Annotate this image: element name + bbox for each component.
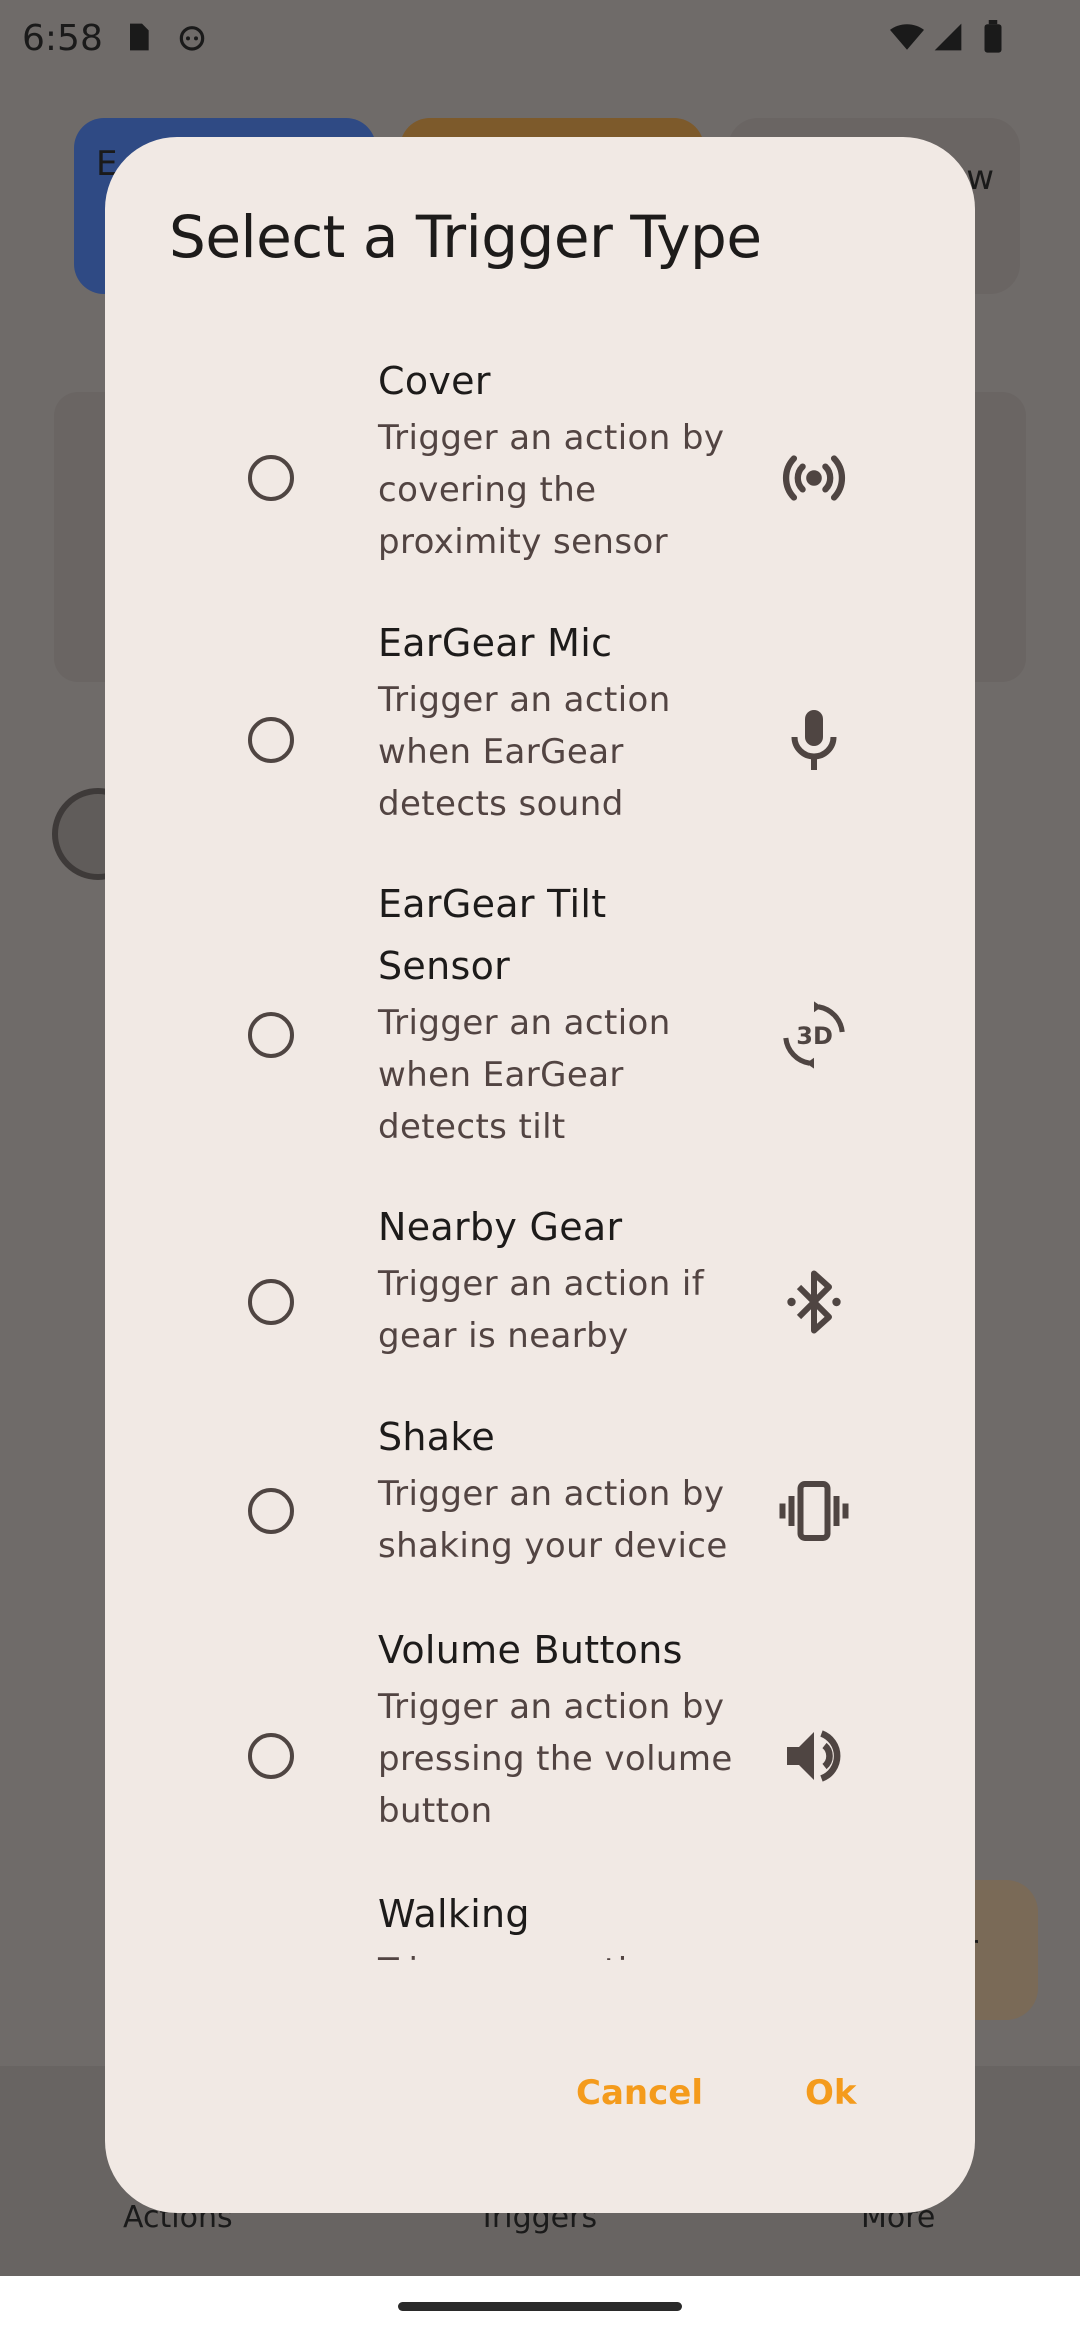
- option-description: Trigger an action: [378, 1945, 738, 1960]
- status-bar: 6:58: [0, 0, 1080, 80]
- option-title: EarGear Mic: [378, 621, 613, 665]
- volume-up-icon: [778, 1720, 850, 1792]
- wifi-icon: [890, 24, 924, 50]
- radio-button[interactable]: [248, 1012, 294, 1058]
- radio-button[interactable]: [248, 1733, 294, 1779]
- bluetooth-searching-icon: [778, 1266, 850, 1338]
- trigger-option-shake[interactable]: Shake Trigger an action by shaking your …: [105, 1404, 975, 1616]
- radio-button[interactable]: [248, 1279, 294, 1325]
- option-title: Cover: [378, 359, 491, 403]
- trigger-type-list[interactable]: Cover Trigger an action by covering the …: [105, 340, 975, 1960]
- android-face-icon: [179, 26, 205, 51]
- trigger-option-volume-buttons[interactable]: Volume Buttons Trigger an action by pres…: [105, 1616, 975, 1880]
- battery-icon: [984, 20, 1002, 53]
- radio-button[interactable]: [248, 717, 294, 763]
- trigger-option-walking[interactable]: Walking Trigger an action: [105, 1880, 975, 1960]
- option-description: Trigger an action by covering the proxim…: [378, 418, 725, 562]
- option-description: Trigger an action by pressing the volume…: [378, 1687, 733, 1831]
- dialog-actions: Cancel Ok: [105, 2061, 975, 2141]
- proximity-sensor-icon: [778, 442, 850, 514]
- trigger-option-nearby-gear[interactable]: Nearby Gear Trigger an action if gear is…: [105, 1194, 975, 1404]
- mic-icon: [778, 704, 850, 776]
- status-time: 6:58: [22, 18, 103, 59]
- trigger-option-cover[interactable]: Cover Trigger an action by covering the …: [105, 340, 975, 604]
- radio-button[interactable]: [248, 1488, 294, 1534]
- radio-button[interactable]: [248, 455, 294, 501]
- trigger-type-dialog: Select a Trigger Type Cover Trigger an a…: [105, 137, 975, 2213]
- option-title: Volume Buttons: [378, 1628, 683, 1672]
- option-title: Shake: [378, 1415, 496, 1459]
- option-description: Trigger an action by shaking your device: [378, 1474, 728, 1566]
- ok-button[interactable]: Ok: [789, 2061, 873, 2125]
- vibration-icon: [778, 1475, 850, 1547]
- sd-card-icon: [130, 23, 149, 51]
- option-description: Trigger an action when EarGear detects s…: [378, 680, 671, 824]
- dialog-title: Select a Trigger Type: [169, 203, 762, 271]
- trigger-option-eargear-tilt-sensor[interactable]: EarGear Tilt Sensor Trigger an action wh…: [105, 868, 975, 1194]
- cell-signal-icon: [934, 23, 962, 51]
- trigger-option-eargear-mic[interactable]: EarGear Mic Trigger an action when EarGe…: [105, 604, 975, 868]
- option-title: Nearby Gear: [378, 1205, 623, 1249]
- option-title: EarGear Tilt Sensor: [378, 882, 607, 988]
- svg-text:3D: 3D: [796, 1022, 833, 1050]
- 3d-rotation-icon: 3D: [778, 999, 850, 1071]
- gesture-handle[interactable]: [398, 2302, 682, 2311]
- cancel-button[interactable]: Cancel: [560, 2061, 719, 2125]
- option-description: Trigger an action when EarGear detects t…: [378, 1003, 671, 1147]
- option-description: Trigger an action if gear is nearby: [378, 1264, 705, 1356]
- option-title: Walking: [378, 1892, 530, 1936]
